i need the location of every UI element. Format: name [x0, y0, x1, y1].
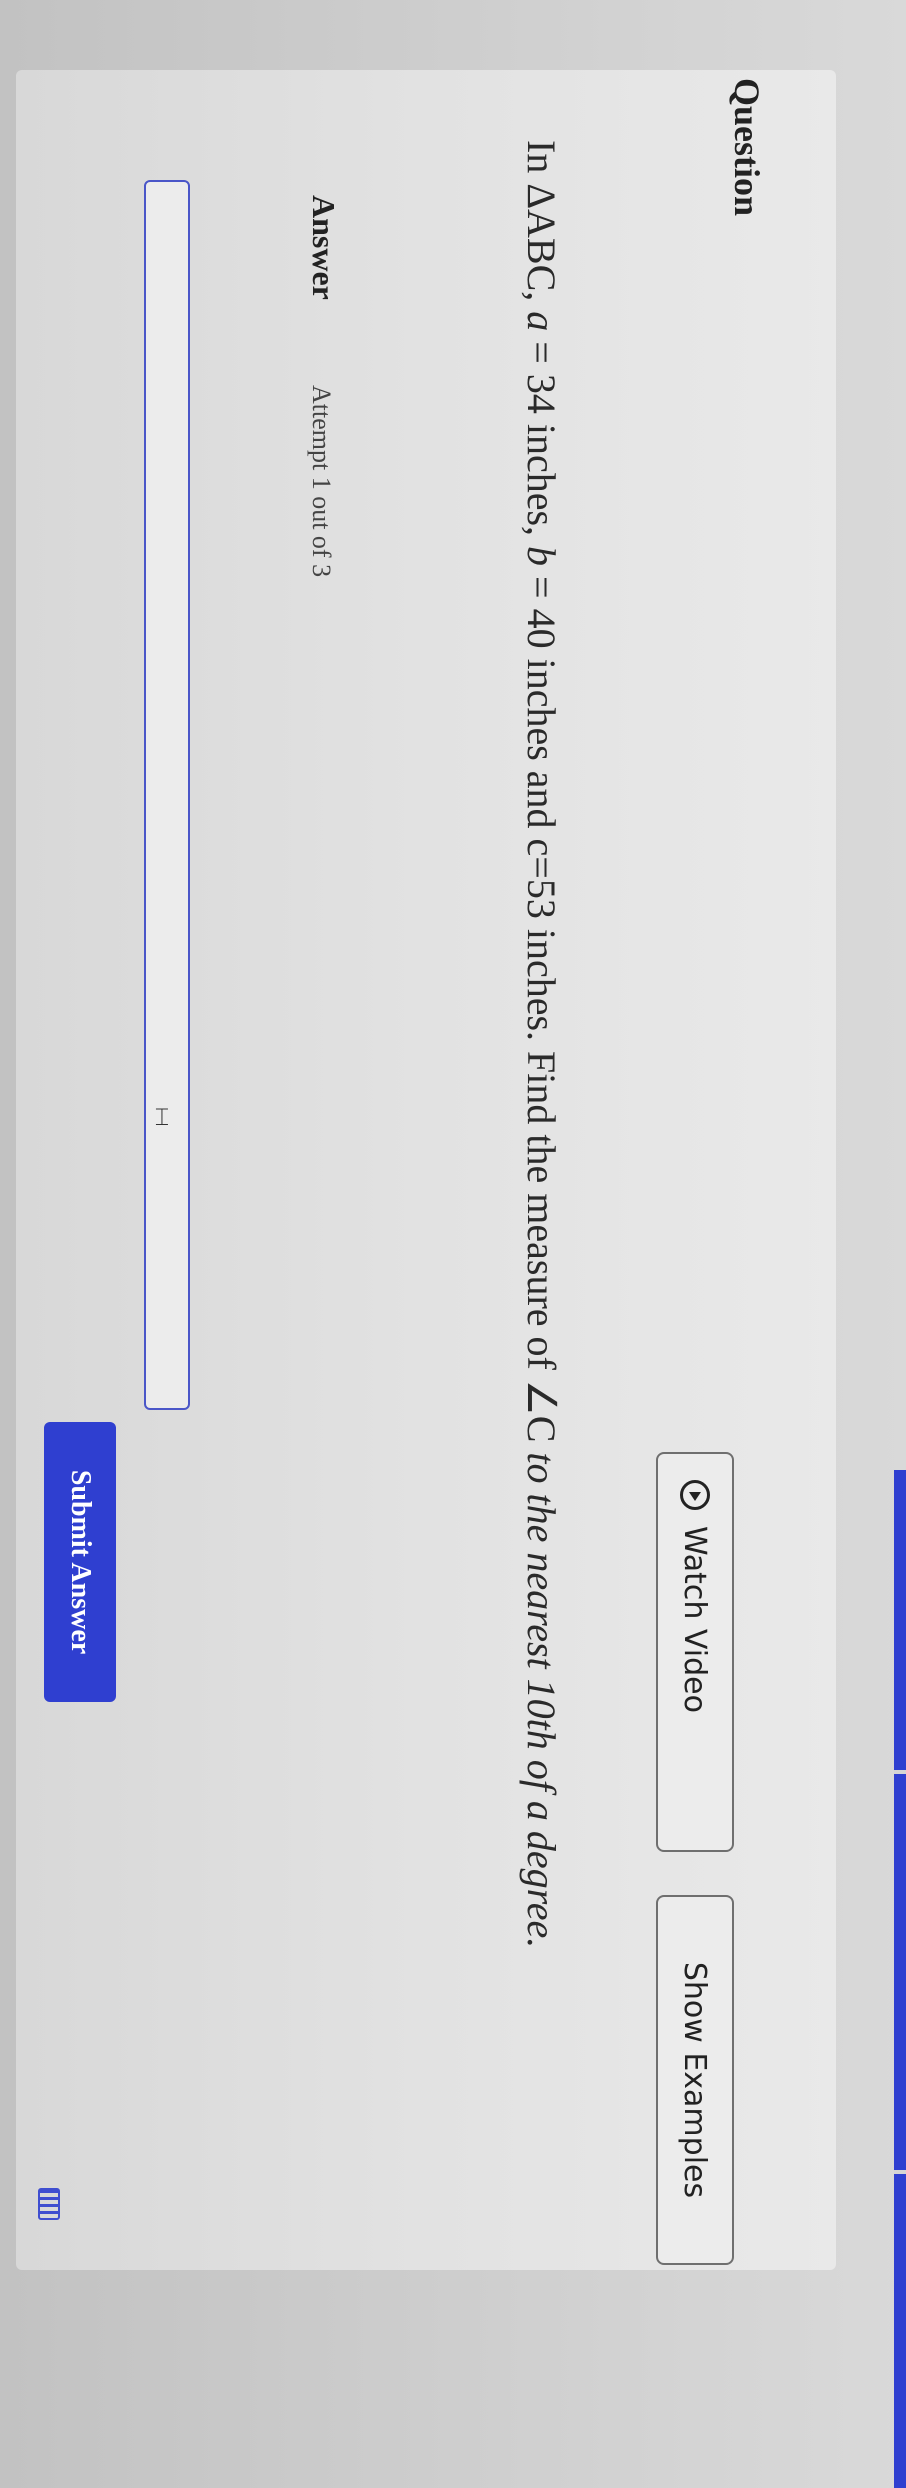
- nav-divider: [894, 2170, 906, 2174]
- question-heading: Question: [727, 78, 767, 217]
- nav-divider: [894, 1770, 906, 1774]
- answer-heading: Answer: [306, 195, 342, 300]
- variable-a: a: [519, 311, 564, 332]
- play-circle-icon: [680, 1480, 710, 1510]
- question-text-part: = 34 inches,: [519, 331, 564, 547]
- keypad-icon[interactable]: [38, 2188, 60, 2220]
- variable-b: b: [519, 546, 564, 567]
- question-text-part: = 40 inches and c=53 inches. Find the me…: [519, 566, 564, 1453]
- question-text-part: In ΔABC,: [519, 140, 564, 312]
- show-examples-label: Show Examples: [677, 1961, 713, 2199]
- top-nav-strip: [894, 1470, 906, 2488]
- submit-answer-button[interactable]: Submit Answer: [44, 1422, 116, 1702]
- question-text: In ΔABC, a = 34 inches, b = 40 inches an…: [510, 140, 572, 2280]
- screen-photo: Question Watch Video Show Examples In ΔA…: [0, 0, 906, 2488]
- attempt-counter: Attempt 1 out of 3: [307, 385, 336, 578]
- question-text-italic: to the nearest 10th of a degree.: [519, 1452, 564, 1949]
- text-cursor-icon: ⌶: [154, 1103, 170, 1132]
- watch-video-button[interactable]: Watch Video: [656, 1452, 734, 1852]
- watch-video-label: Watch Video: [677, 1526, 713, 1713]
- show-examples-button[interactable]: Show Examples: [656, 1895, 734, 2265]
- answer-input[interactable]: [144, 180, 190, 1410]
